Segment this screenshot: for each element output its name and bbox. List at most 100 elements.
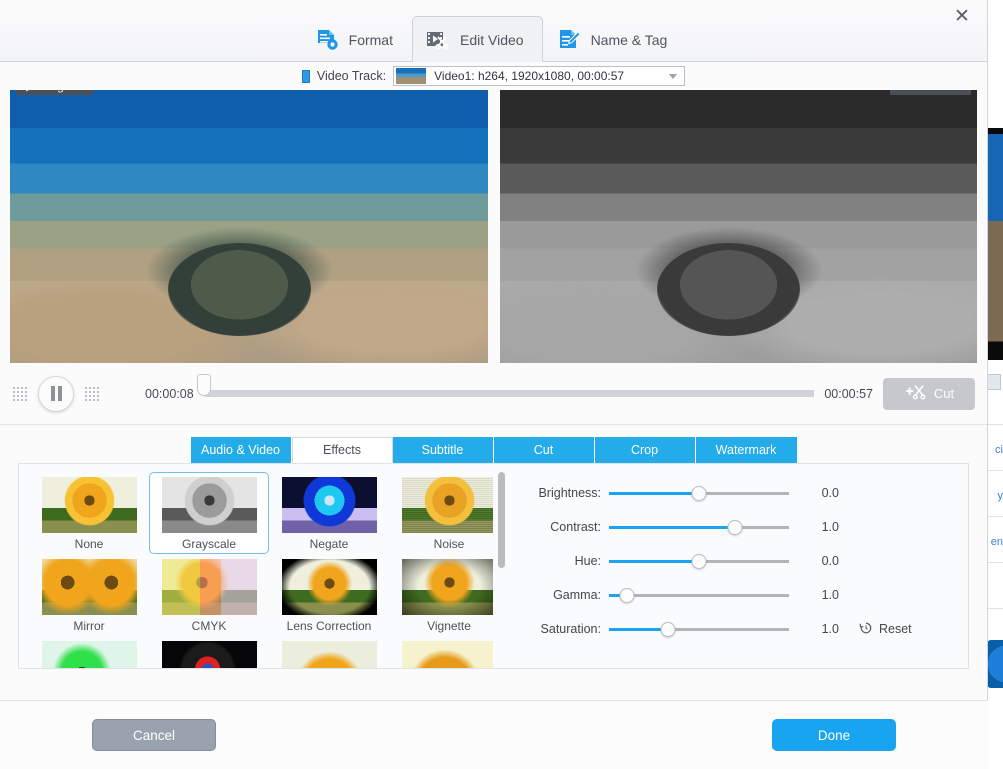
effects-panel: None Grayscale Negate Noise Mirror CMYK … bbox=[18, 463, 969, 669]
slider-row-brightness: Brightness: 0.0 bbox=[517, 476, 958, 510]
effect-label: Vignette bbox=[427, 619, 471, 633]
original-badge[interactable]: ▷ Original bbox=[16, 90, 93, 95]
effect-item-row3-2[interactable] bbox=[149, 636, 269, 668]
adjustment-sliders: Brightness: 0.0 Contrast: 1.0 Hue: 0.0 G… bbox=[511, 464, 968, 668]
effect-item-none[interactable]: None bbox=[29, 472, 149, 554]
preview-badge[interactable]: Preview bbox=[890, 90, 971, 95]
done-button[interactable]: Done bbox=[772, 719, 896, 751]
effects-grid-area: None Grayscale Negate Noise Mirror CMYK … bbox=[19, 464, 493, 668]
background-video-thumbnail bbox=[987, 128, 1003, 360]
video-preview-area: ▷ Original Preview bbox=[0, 90, 987, 363]
slider-fill bbox=[609, 559, 699, 563]
seek-track[interactable] bbox=[196, 374, 815, 397]
video-track-icon bbox=[301, 69, 310, 83]
document-pencil-icon bbox=[556, 28, 582, 52]
effects-scrollbar-track[interactable] bbox=[493, 472, 511, 654]
hue-slider[interactable] bbox=[609, 553, 789, 569]
effect-item-noise[interactable]: Noise bbox=[389, 472, 493, 554]
reset-button[interactable]: Reset bbox=[859, 621, 912, 638]
slider-fill bbox=[609, 627, 669, 631]
slider-knob[interactable] bbox=[660, 621, 676, 637]
saturation-slider[interactable] bbox=[609, 621, 789, 637]
editor-tab-cut[interactable]: Cut bbox=[493, 437, 595, 463]
preview-pane[interactable]: Preview bbox=[499, 90, 977, 363]
editor-tab-watermark[interactable]: Watermark bbox=[695, 437, 797, 463]
film-scissors-icon bbox=[425, 28, 451, 52]
effect-item-grayscale[interactable]: Grayscale bbox=[149, 472, 269, 554]
effect-item-lens-correction[interactable]: Lens Correction bbox=[269, 554, 389, 636]
effect-item-row3-3[interactable] bbox=[269, 636, 389, 668]
cut-button[interactable]: Cut bbox=[883, 377, 975, 410]
add-scissors-icon bbox=[904, 383, 928, 404]
effects-grid: None Grayscale Negate Noise Mirror CMYK … bbox=[29, 472, 493, 668]
editor-tab-label: Crop bbox=[630, 443, 659, 457]
tab-name-and-tag-label: Name & Tag bbox=[590, 31, 668, 48]
edit-video-dialog: Format Edit Video Name & Tag ✕ Video Tra… bbox=[0, 0, 988, 769]
effect-thumbnail bbox=[41, 641, 137, 668]
pause-icon[interactable] bbox=[38, 375, 74, 412]
original-preview-pane[interactable]: ▷ Original bbox=[10, 90, 488, 363]
effects-scrollbar-thumb[interactable] bbox=[498, 472, 505, 568]
editor-tab-subtitle[interactable]: Subtitle bbox=[392, 437, 494, 463]
slider-row-hue: Hue: 0.0 bbox=[517, 544, 958, 578]
background-file-icon bbox=[987, 374, 1001, 390]
effect-label: Noise bbox=[433, 537, 465, 551]
brightness-slider[interactable] bbox=[609, 485, 789, 501]
drag-handle-right-icon[interactable] bbox=[84, 385, 100, 402]
effect-thumbnail bbox=[281, 477, 377, 533]
editor-tab-effects[interactable]: Effects bbox=[291, 437, 393, 463]
effect-item-row3-1[interactable] bbox=[29, 636, 149, 668]
drag-handle-left-icon[interactable] bbox=[12, 385, 28, 402]
seek-knob[interactable] bbox=[196, 374, 211, 396]
effect-label: Negate bbox=[309, 537, 349, 551]
background-divider bbox=[987, 470, 1003, 471]
close-icon[interactable]: ✕ bbox=[947, 3, 977, 29]
editor-tab-label: Effects bbox=[323, 443, 361, 457]
editor-tab-crop[interactable]: Crop bbox=[594, 437, 696, 463]
total-time-label: 00:00:57 bbox=[824, 386, 873, 401]
effect-label: None bbox=[74, 537, 104, 551]
cancel-button[interactable]: Cancel bbox=[92, 719, 216, 751]
effect-item-row3-4[interactable] bbox=[389, 636, 493, 668]
editor-tab-audio-video[interactable]: Audio & Video bbox=[190, 437, 292, 463]
video-track-select[interactable]: Video1: h264, 1920x1080, 00:00:57 bbox=[393, 66, 686, 86]
effect-item-cmyk[interactable]: CMYK bbox=[149, 554, 269, 636]
contrast-slider[interactable] bbox=[609, 519, 789, 535]
slider-knob[interactable] bbox=[691, 485, 707, 501]
seek-slider[interactable] bbox=[196, 374, 815, 412]
editor-tab-label: Audio & Video bbox=[201, 443, 280, 457]
effects-scrollbar[interactable] bbox=[493, 464, 511, 668]
background-divider bbox=[987, 608, 1003, 609]
slider-label: Hue: bbox=[574, 554, 601, 568]
effect-label: Grayscale bbox=[181, 537, 237, 551]
effect-item-mirror[interactable]: Mirror bbox=[29, 554, 149, 636]
effect-thumbnail bbox=[401, 477, 493, 533]
editor-tab-label: Cut bbox=[533, 443, 554, 457]
play-triangle-icon: ▷ bbox=[26, 90, 35, 93]
background-text-line-3: en bbox=[990, 536, 1003, 548]
gamma-slider[interactable] bbox=[609, 587, 789, 603]
tab-edit-video[interactable]: Edit Video bbox=[411, 16, 543, 62]
effect-item-vignette[interactable]: Vignette bbox=[389, 554, 493, 636]
slider-value: 0.0 bbox=[821, 486, 839, 500]
editor-tab-label: Subtitle bbox=[421, 443, 464, 457]
effect-item-negate[interactable]: Negate bbox=[269, 472, 389, 554]
format-document-gear-icon bbox=[314, 28, 340, 52]
magnifier-icon bbox=[949, 90, 961, 93]
tab-format[interactable]: Format bbox=[301, 16, 412, 62]
tab-format-label: Format bbox=[348, 31, 393, 48]
slider-knob[interactable] bbox=[691, 553, 707, 569]
tab-name-and-tag[interactable]: Name & Tag bbox=[543, 16, 687, 62]
video-track-label: Video Track: bbox=[316, 69, 387, 83]
slider-knob[interactable] bbox=[619, 587, 635, 603]
background-text-line-1: ci bbox=[995, 444, 1003, 456]
slider-label: Brightness: bbox=[538, 486, 601, 500]
effect-thumbnail bbox=[41, 477, 137, 533]
slider-knob[interactable] bbox=[727, 519, 743, 535]
slider-fill bbox=[609, 491, 699, 495]
slider-row-saturation: Saturation: 1.0 Reset bbox=[517, 612, 958, 646]
slider-value: 1.0 bbox=[821, 520, 839, 534]
tab-edit-video-label: Edit Video bbox=[459, 31, 524, 48]
background-blue-graphic bbox=[987, 640, 1003, 688]
slider-label: Saturation: bbox=[540, 622, 601, 636]
